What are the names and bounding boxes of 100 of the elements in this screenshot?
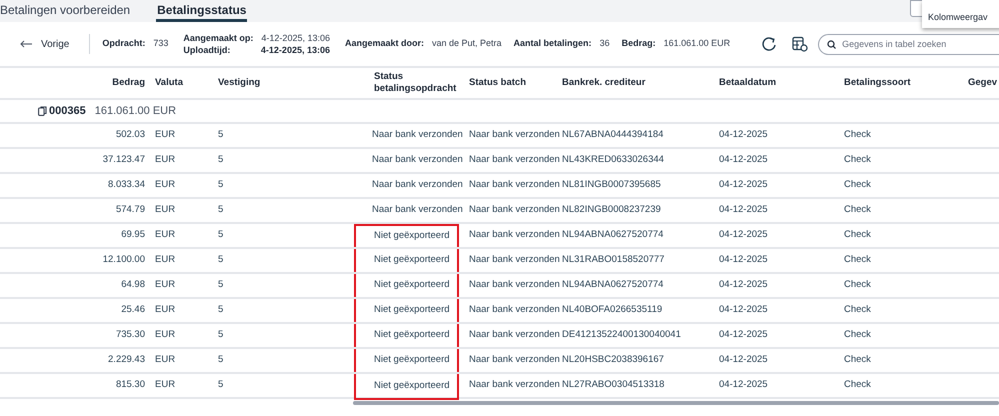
copy-icon: [38, 106, 47, 116]
table-cell-text: Naar bank verzonden: [469, 128, 560, 142]
table-cell-text: Naar bank verzonden: [469, 153, 560, 168]
table-cell-text: 04-12-2025: [719, 278, 768, 292]
table-cell-text: NL27RABO0304513318: [562, 378, 664, 392]
table-cell-text: EUR: [155, 303, 176, 318]
table-cell-text: 2.229.43: [108, 353, 145, 368]
table-cell-text: EUR: [155, 128, 176, 142]
table-cell-text: 735.30: [116, 328, 145, 342]
table-cell-text: NL67ABNA0444394184: [562, 128, 664, 142]
table-cell-text: 04-12-2025: [719, 128, 768, 142]
table-cell-text: NL20HSBC2038396167: [562, 353, 664, 368]
table-cell-text: Naar bank verzonden: [372, 153, 463, 168]
field-label: Aangemaakt door:: [344, 37, 424, 50]
tab[interactable]: Betalingsstatus: [156, 0, 248, 22]
table-settings-icon[interactable]: [792, 36, 808, 52]
table-cell-text: 25.46: [121, 303, 145, 318]
table-cell-text: 815.30: [116, 378, 145, 392]
table-cell-text: EUR: [155, 153, 176, 168]
table-cell-text: Naar bank verzonden: [469, 203, 560, 218]
table-cell-text: 502.03: [116, 128, 145, 142]
table-cell-text: 5: [218, 253, 224, 268]
table-cell-text: EUR: [155, 278, 176, 292]
table-cell-text: Naar bank verzonden: [469, 353, 560, 368]
table-cell-text: NL40BOFA0266535119: [562, 303, 662, 318]
table-cell-text: Niet geëxporteerd: [374, 353, 450, 368]
table-cell-text: Check: [844, 178, 871, 192]
table-cell-text: Check: [844, 228, 871, 242]
column-header[interactable]: Status betalingsopdracht: [374, 71, 469, 95]
field-value: 161.061.00 EUR: [664, 37, 730, 50]
table-cell-text: Niet geëxporteerd: [374, 253, 450, 268]
table-cell-text: NL82INGB0008237239: [562, 203, 661, 218]
back-button[interactable]: Vorige: [20, 36, 70, 52]
table-cell-text: NL94ABNA0627520774: [562, 278, 664, 292]
table-cell-text: Check: [844, 128, 871, 142]
table-cell-text: 37.123.47: [102, 153, 145, 168]
table-cell-text: 04-12-2025: [719, 328, 768, 342]
scrollbar[interactable]: [353, 401, 999, 405]
table-cell-text: DE41213522400130040041: [562, 328, 681, 342]
table-cell-text: 64.98: [121, 278, 145, 292]
field-value: 4-12-2025, 13:06: [261, 32, 330, 44]
table-cell-text: EUR: [155, 378, 176, 392]
field-label: Aangemaakt op:: [183, 32, 254, 44]
table-cell-text: Naar bank verzonden: [469, 278, 560, 292]
table-cell-text: EUR: [155, 328, 176, 342]
field-value: 36: [600, 37, 610, 50]
table-cell-text: Naar bank verzonden: [372, 203, 463, 218]
table-cell-text: Check: [844, 153, 871, 168]
table-cell-text: Niet geëxporteerd: [374, 229, 450, 244]
table-cell-text: 04-12-2025: [719, 178, 768, 192]
table-cell-text: 04-12-2025: [719, 253, 768, 268]
tab[interactable]: Betalingen voorbereiden: [0, 0, 130, 22]
table-cell-text: Naar bank verzonden: [372, 178, 463, 192]
field-value: 4-12-2025, 13:06: [260, 44, 330, 56]
column-header[interactable]: Status batch: [469, 77, 526, 89]
table-cell-text: Naar bank verzonden: [469, 328, 560, 342]
table-cell-text: 04-12-2025: [719, 228, 768, 242]
table-cell-text: NL94ABNA0627520774: [562, 228, 664, 242]
table-cell-text: 12.100.00: [102, 253, 145, 268]
search-field[interactable]: Gegevens in tabel zoeken: [818, 34, 999, 54]
table-cell-text: Niet geëxporteerd: [374, 328, 450, 342]
table-cell-text: 574.79: [116, 203, 145, 218]
table-cell-text: 5: [218, 228, 224, 242]
table-cell-text: Check: [844, 328, 871, 342]
table-cell-text: 5: [218, 328, 224, 342]
table-cell-text: Niet geëxporteerd: [374, 278, 450, 292]
table-cell-text: Naar bank verzonden: [469, 303, 560, 318]
table-cell-text: 5: [218, 153, 224, 168]
table-cell-text: NL81INGB0007395685: [562, 178, 661, 192]
table-cell-text: 5: [218, 203, 224, 218]
table-cell-text: Naar bank verzonden: [469, 178, 560, 192]
table-cell-text: Niet geëxporteerd: [374, 378, 450, 393]
table-cell-text: Check: [844, 353, 871, 368]
table-cell-text: 8.033.34: [108, 178, 145, 192]
table-cell-text: 5: [218, 178, 224, 192]
field-value: 733: [153, 37, 168, 50]
table-cell-text: Check: [844, 278, 871, 292]
group-id: 000365: [49, 104, 86, 119]
column-header[interactable]: Bankrek. crediteur: [562, 77, 646, 89]
table-cell-text: Check: [844, 378, 871, 392]
table-cell-text: 5: [218, 303, 224, 318]
table-cell-text: 69.95: [121, 228, 145, 242]
table-cell-text: 04-12-2025: [719, 203, 768, 218]
column-header[interactable]: Bedrag: [112, 77, 145, 89]
arrow-left-icon: [20, 40, 33, 48]
column-header[interactable]: Gegev: [968, 77, 998, 89]
refresh-icon[interactable]: [762, 36, 778, 52]
column-header[interactable]: Betalingssoort: [844, 77, 911, 89]
table-cell-text: 5: [218, 353, 224, 368]
table-cell-text: 04-12-2025: [719, 378, 768, 392]
column-header[interactable]: Vestiging: [218, 77, 260, 89]
field-label: Bedrag:: [622, 37, 656, 50]
table-cell-text: 5: [218, 278, 224, 292]
field-label: Uploadtijd:: [183, 44, 230, 56]
table-cell-text: EUR: [155, 228, 176, 242]
table-cell-text: 5: [218, 378, 224, 392]
column-header[interactable]: Betaaldatum: [719, 77, 776, 89]
menu-item[interactable]: Kolomweergav: [922, 10, 999, 24]
column-header[interactable]: Valuta: [155, 77, 183, 89]
table-cell-text: 04-12-2025: [719, 153, 768, 168]
